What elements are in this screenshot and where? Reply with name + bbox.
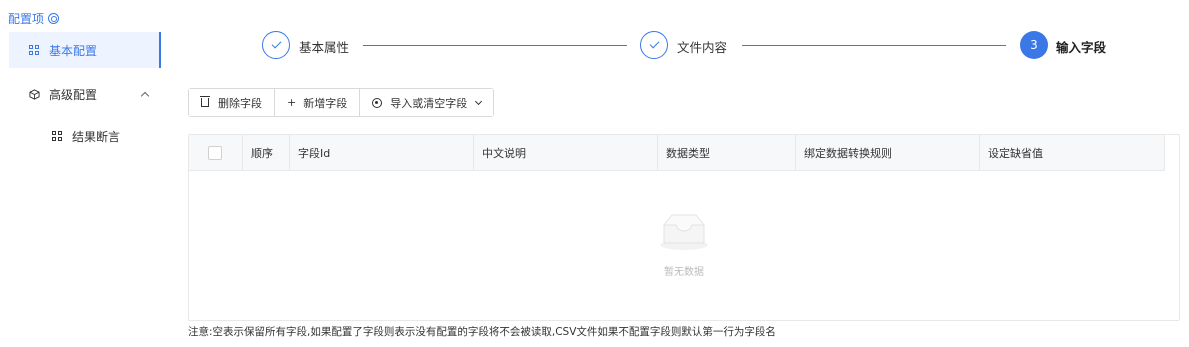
- empty-text: 暂无数据: [664, 267, 704, 278]
- grid-icon: [52, 130, 63, 142]
- step-1-check-icon: [262, 31, 290, 59]
- settings-circle-icon: [48, 13, 60, 24]
- sidebar-item-label: 结果断言: [72, 129, 121, 144]
- column-header-data-type[interactable]: 数据类型: [658, 135, 796, 170]
- step-3-label: 输入字段: [1056, 40, 1107, 55]
- column-header-field-id[interactable]: 字段Id: [290, 135, 474, 170]
- add-field-label: 新增字段: [303, 96, 348, 110]
- table-header: 顺序 字段Id 中文说明 数据类型 绑定数据转换规则 设定缺省值: [189, 135, 1165, 171]
- field-note: 注意:空表示保留所有字段,如果配置了字段则表示没有配置的字段将不会被读取,CSV…: [188, 326, 776, 338]
- chevron-down-icon: [475, 97, 483, 105]
- step-2-label: 文件内容: [677, 40, 728, 55]
- gear-icon: [372, 97, 383, 108]
- sidebar-item-label: 高级配置: [49, 87, 98, 102]
- empty-inbox-icon: [660, 214, 708, 250]
- select-all-cell: [189, 135, 243, 170]
- fields-table: 顺序 字段Id 中文说明 数据类型 绑定数据转换规则 设定缺省值 暂无数据: [188, 134, 1180, 321]
- table-empty-state: 暂无数据: [189, 171, 1179, 321]
- field-toolbar: 删除字段 + 新增字段 导入或清空字段: [188, 88, 495, 117]
- trash-icon: [200, 96, 210, 107]
- chevron-up-icon[interactable]: [140, 91, 150, 101]
- column-header-conversion-rule[interactable]: 绑定数据转换规则: [796, 135, 980, 170]
- add-field-button[interactable]: + 新增字段: [275, 89, 361, 116]
- import-clear-field-dropdown[interactable]: 导入或清空字段: [360, 89, 494, 116]
- column-header-default-value[interactable]: 设定缺省值: [980, 135, 1165, 170]
- sidebar-item-result-assertion[interactable]: 结果断言: [52, 127, 152, 145]
- sidebar-title: 配置项: [8, 10, 60, 27]
- plus-icon: +: [287, 96, 297, 109]
- select-all-checkbox[interactable]: [208, 145, 222, 160]
- step-3-number: 3: [1020, 31, 1048, 59]
- step-2-check-icon: [640, 31, 668, 59]
- column-header-order[interactable]: 顺序: [243, 135, 290, 170]
- sidebar: 配置项 基本配置 高级配置 结果断言: [0, 0, 161, 347]
- cube-icon: [29, 88, 40, 100]
- step-connector: [363, 45, 627, 46]
- sidebar-title-label: 配置项: [8, 12, 45, 26]
- import-clear-field-label: 导入或清空字段: [390, 96, 468, 110]
- delete-field-button[interactable]: 删除字段: [189, 89, 275, 116]
- step-connector: [742, 45, 1006, 46]
- delete-field-label: 删除字段: [218, 96, 262, 110]
- step-1-label: 基本属性: [299, 40, 350, 55]
- sidebar-item-label: 基本配置: [49, 43, 98, 58]
- column-header-cn-desc[interactable]: 中文说明: [474, 135, 658, 170]
- grid-icon: [29, 44, 40, 56]
- step-progress: 基本属性 文件内容 3 输入字段: [262, 31, 1132, 61]
- sidebar-item-advanced-config[interactable]: 高级配置: [29, 84, 154, 104]
- sidebar-item-basic-config[interactable]: 基本配置: [9, 32, 161, 68]
